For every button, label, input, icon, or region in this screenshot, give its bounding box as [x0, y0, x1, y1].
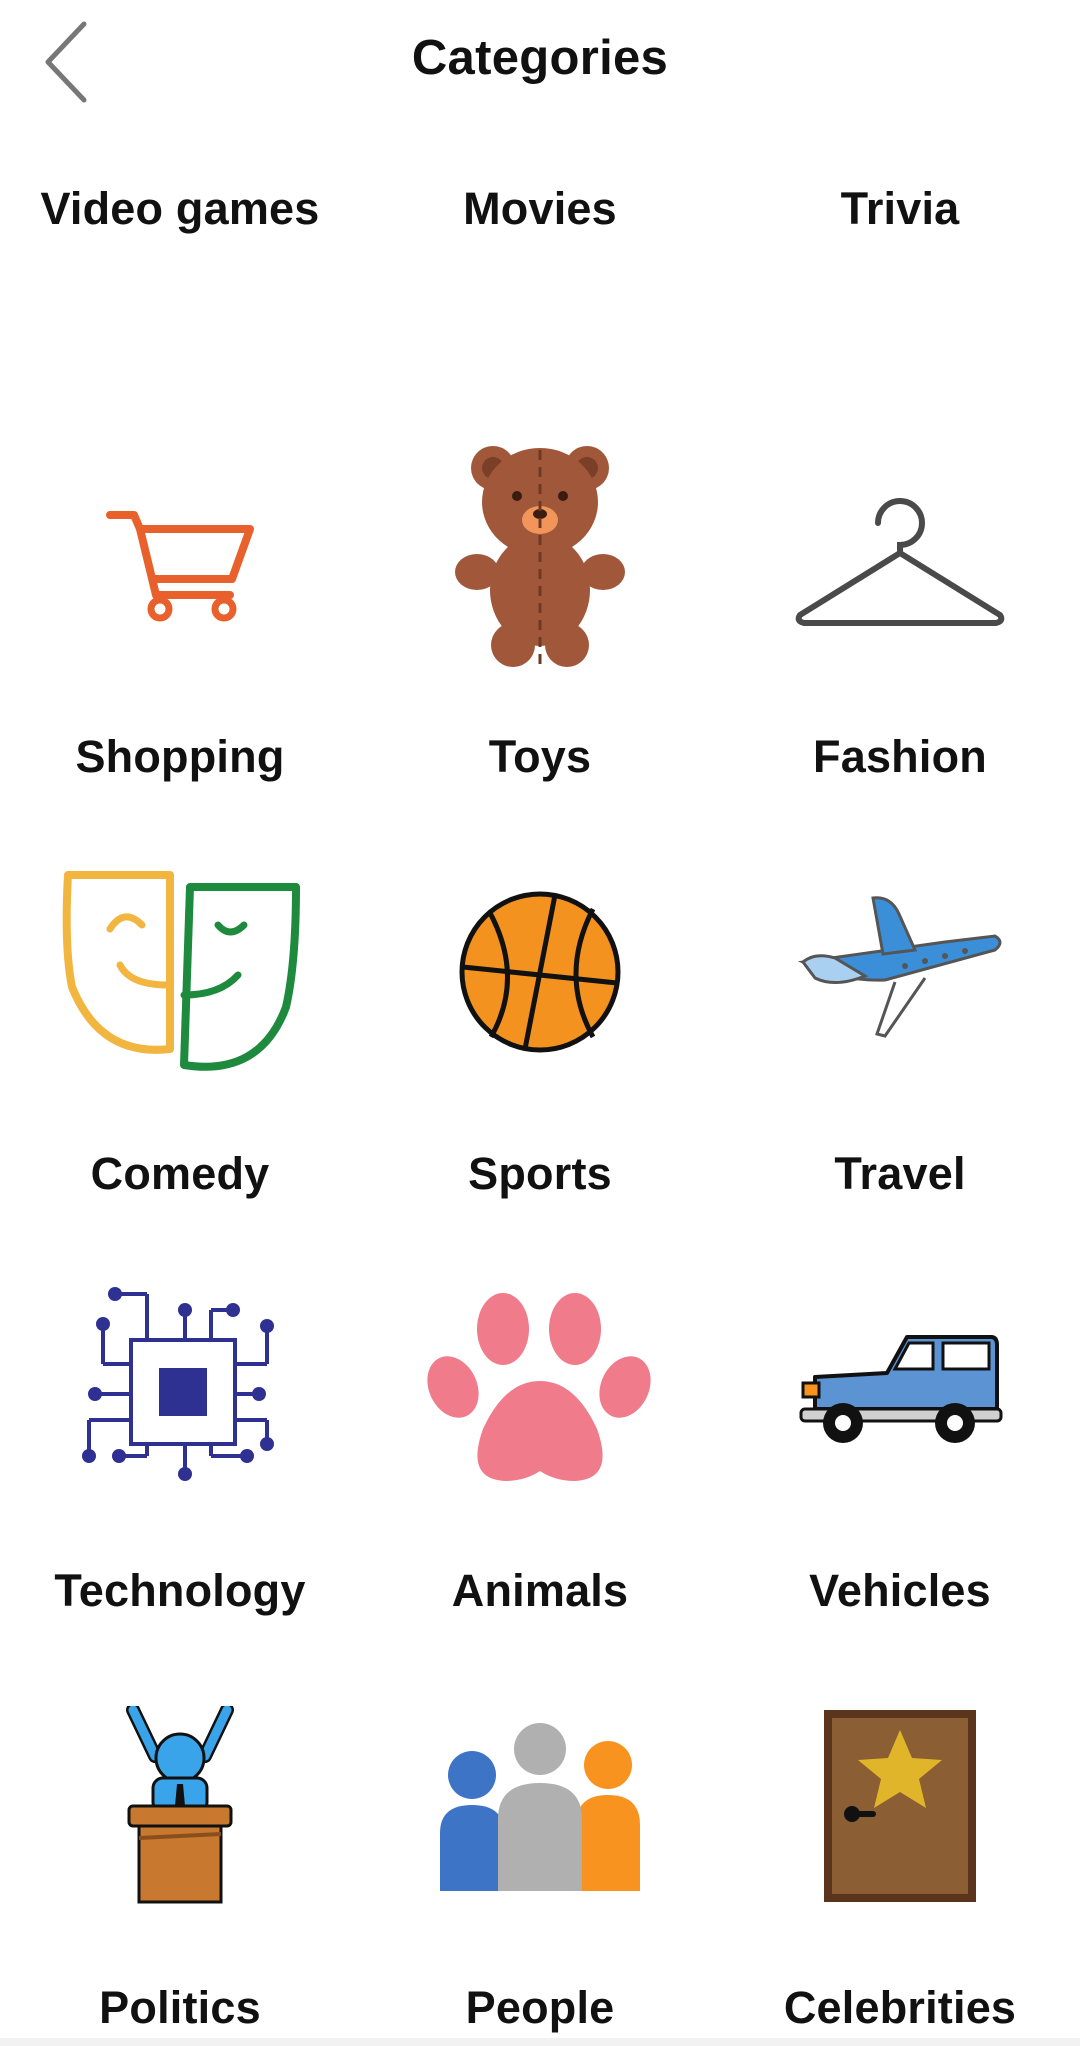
category-celebrities[interactable]: Celebrities: [720, 1661, 1080, 2046]
category-label: Vehicles: [809, 1565, 991, 1616]
category-animals[interactable]: Animals: [360, 1244, 720, 1661]
category-label: Trivia: [840, 183, 960, 234]
category-grid[interactable]: Video games Movies Trivia Shopping Toys …: [0, 120, 1080, 2046]
category-video-games[interactable]: Video games: [0, 120, 360, 410]
category-label: Toys: [488, 731, 592, 782]
airplane-icon: [797, 896, 1002, 1038]
category-movies[interactable]: Movies: [360, 120, 720, 410]
teddy-bear-icon: [455, 446, 625, 667]
category-label: People: [465, 1982, 615, 2033]
podium-icon: [126, 1706, 234, 1904]
bottom-divider: [0, 2038, 1080, 2046]
category-travel[interactable]: Travel: [720, 827, 1080, 1244]
basketball-icon: [459, 891, 621, 1053]
people-icon: [440, 1723, 640, 1891]
comedy-masks-icon: [62, 871, 300, 1071]
car-icon: [799, 1335, 1003, 1443]
category-label: Shopping: [75, 731, 285, 782]
category-politics[interactable]: Politics: [0, 1661, 360, 2046]
star-door-icon: [824, 1710, 976, 1902]
category-label: Technology: [54, 1565, 306, 1616]
category-sports[interactable]: Sports: [360, 827, 720, 1244]
category-label: Celebrities: [783, 1982, 1017, 2033]
category-label: Politics: [99, 1982, 261, 2033]
app-header: Categories: [0, 0, 1080, 120]
category-shopping[interactable]: Shopping: [0, 410, 360, 827]
category-fashion[interactable]: Fashion: [720, 410, 1080, 827]
category-label: Video games: [40, 183, 320, 234]
shopping-cart-icon: [106, 511, 254, 622]
category-people[interactable]: People: [360, 1661, 720, 2046]
microchip-icon: [82, 1287, 274, 1481]
category-vehicles[interactable]: Vehicles: [720, 1244, 1080, 1661]
category-label: Fashion: [813, 731, 987, 782]
category-label: Comedy: [90, 1148, 270, 1199]
category-label: Movies: [463, 183, 617, 234]
category-toys[interactable]: Toys: [360, 410, 720, 827]
page-title: Categories: [411, 31, 669, 85]
category-label: Sports: [468, 1148, 612, 1199]
category-label: Travel: [834, 1148, 966, 1199]
category-technology[interactable]: Technology: [0, 1244, 360, 1661]
hanger-icon: [795, 498, 1005, 626]
category-label: Animals: [451, 1565, 629, 1616]
category-trivia[interactable]: Trivia: [720, 120, 1080, 410]
category-comedy[interactable]: Comedy: [0, 827, 360, 1244]
paw-icon: [427, 1293, 651, 1481]
